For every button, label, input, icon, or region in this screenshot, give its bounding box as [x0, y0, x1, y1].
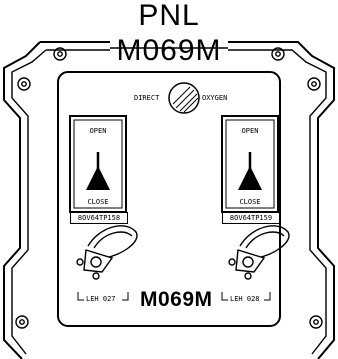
panel-header-line2: M069M	[116, 34, 222, 67]
valve-left-open-label: OPEN	[89, 127, 107, 135]
valve-right-open-label: OPEN	[241, 127, 259, 135]
panel-name: M069M	[140, 288, 213, 311]
valve-right-close-label: CLOSE	[239, 198, 261, 206]
footer-right-label: LEH 028	[230, 295, 260, 303]
indicator-right-label: OXYGEN	[202, 94, 228, 102]
footer-left-label: LEH 027	[86, 295, 116, 303]
valve-left-close-label: CLOSE	[87, 198, 109, 206]
valve-left-tag: 8OV64TP158	[70, 212, 128, 224]
valve-right-tag: 8OV64TP159	[222, 212, 280, 224]
indicator-left-label: DIRECT	[134, 94, 160, 102]
valve-handle-icon	[76, 225, 138, 280]
panel-drawing: PNL M069M DIRECT OXYGEN OPEN CLOSE 8OV64…	[0, 0, 338, 359]
direct-oxygen-indicator-icon	[168, 82, 200, 114]
panel-header-line1: PNL	[138, 0, 200, 32]
